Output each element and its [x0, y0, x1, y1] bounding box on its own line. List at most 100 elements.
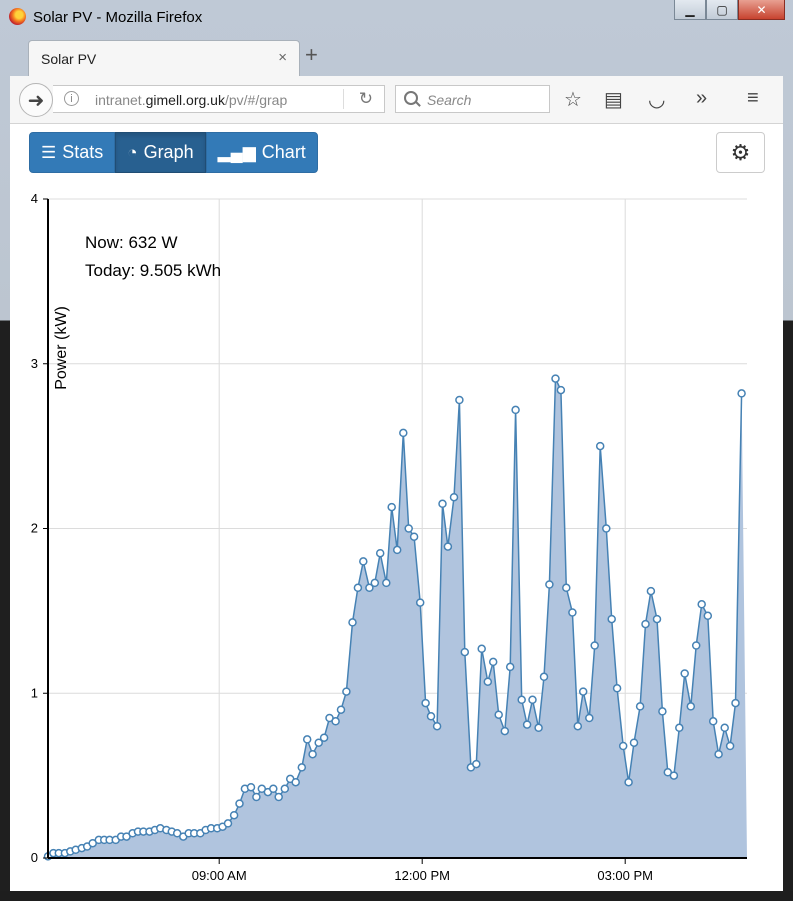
nav-toolbar: ➜ i intranet.gimell.org.uk/pv/#/grap ↻ S…: [10, 76, 783, 124]
data-point: [359, 557, 368, 566]
data-point: [342, 687, 351, 696]
data-point: [472, 759, 481, 769]
data-point: [460, 647, 470, 657]
tab-label: Solar PV: [41, 51, 97, 67]
data-point: [612, 684, 622, 693]
overflow-chevron-icon[interactable]: »: [696, 87, 707, 110]
data-point: [370, 578, 380, 588]
url-path: /pv/#/grap: [224, 92, 288, 108]
tab-solar-pv[interactable]: Solar PV ×: [28, 40, 300, 76]
data-point: [708, 717, 718, 726]
data-point: [691, 641, 701, 650]
today-readout: Today: 9.505 kWh: [85, 261, 221, 280]
data-point: [353, 583, 363, 593]
data-point: [477, 644, 486, 654]
data-point: [319, 733, 329, 742]
x-tick-label: 12:00 PM: [394, 868, 450, 883]
data-point: [348, 618, 357, 627]
data-point: [568, 608, 577, 617]
data-point: [387, 502, 396, 512]
url-host: gimell.org.uk: [145, 92, 225, 108]
data-point: [556, 385, 566, 395]
bookmark-star-icon[interactable]: ☆: [564, 87, 582, 112]
maximize-button[interactable]: ▢: [706, 0, 738, 20]
data-point: [252, 792, 261, 802]
now-readout: Now: 632 W: [85, 233, 178, 252]
data-point: [421, 698, 430, 708]
data-point: [641, 619, 650, 629]
firefox-logo-icon: [9, 8, 26, 25]
data-point: [680, 669, 689, 678]
tab-close-icon[interactable]: ×: [278, 49, 287, 66]
data-point: [534, 723, 543, 733]
close-window-button[interactable]: ✕: [738, 0, 785, 20]
tab-strip: Solar PV × +: [10, 36, 783, 76]
data-point: [297, 763, 307, 772]
data-point: [399, 428, 408, 438]
data-point: [392, 545, 402, 555]
data-point: [291, 777, 300, 787]
power-chart: 0 1 2 3 4 09:00 AM 12:00 PM 03:00 PM Now: 632 W…: [31, 191, 747, 883]
y-tick-label: 0: [31, 850, 38, 865]
data-point: [432, 721, 442, 731]
search-icon: [404, 91, 418, 105]
data-point: [308, 749, 317, 759]
reading-list-icon[interactable]: ▤: [604, 87, 623, 112]
data-point: [697, 600, 706, 609]
back-button[interactable]: ➜: [19, 83, 53, 117]
data-point: [635, 702, 645, 711]
data-point: [455, 395, 464, 405]
url-prefix: intranet.: [95, 92, 146, 108]
data-point: [573, 721, 583, 731]
url-text: intranet.gimell.org.uk/pv/#/grap: [95, 92, 287, 108]
power-area: [48, 378, 747, 858]
y-axis-label: Power (kW): [53, 306, 70, 390]
hamburger-menu-icon[interactable]: ≡: [747, 87, 759, 110]
data-point: [375, 548, 385, 558]
data-point: [551, 374, 560, 383]
url-separator: [343, 89, 344, 109]
data-point: [517, 695, 526, 705]
search-bar[interactable]: Search: [395, 85, 550, 113]
data-point: [675, 723, 684, 733]
data-point: [618, 741, 628, 751]
data-point: [669, 771, 679, 780]
x-tick-label: 03:00 PM: [597, 868, 653, 883]
data-point: [714, 749, 723, 759]
data-point: [483, 677, 493, 686]
y-tick-label: 3: [31, 356, 38, 371]
y-tick-label: 2: [31, 521, 38, 536]
pocket-icon[interactable]: ◡: [648, 87, 665, 112]
data-point: [539, 672, 549, 682]
data-point: [426, 712, 436, 721]
data-point: [720, 723, 729, 733]
new-tab-button[interactable]: +: [305, 42, 318, 68]
minimize-button[interactable]: ▁: [674, 0, 706, 20]
data-point: [578, 687, 588, 696]
info-icon[interactable]: i: [64, 91, 79, 106]
url-bar[interactable]: i intranet.gimell.org.uk/pv/#/grap ↻: [53, 85, 385, 113]
data-point: [488, 657, 498, 667]
back-arrow-icon: ➜: [27, 89, 45, 112]
data-point: [229, 810, 239, 820]
reload-icon[interactable]: ↻: [359, 89, 373, 109]
data-point: [607, 614, 616, 624]
data-point: [409, 532, 419, 541]
search-placeholder: Search: [427, 92, 472, 108]
data-point: [562, 583, 571, 593]
data-point: [725, 741, 735, 751]
data-point: [331, 717, 340, 726]
title-bar: Solar PV - Mozilla Firefox ▁ ▢ ✕: [0, 0, 793, 36]
data-point: [731, 698, 740, 708]
window-controls: ▁ ▢ ✕: [674, 0, 785, 20]
y-tick-label: 4: [31, 191, 38, 206]
data-point: [443, 542, 453, 551]
data-point: [629, 738, 639, 747]
data-point: [703, 611, 713, 621]
data-point: [235, 799, 244, 808]
data-point: [302, 735, 312, 744]
data-point: [415, 598, 425, 607]
data-point: [595, 441, 605, 451]
data-point: [269, 784, 278, 794]
data-point: [274, 792, 283, 802]
